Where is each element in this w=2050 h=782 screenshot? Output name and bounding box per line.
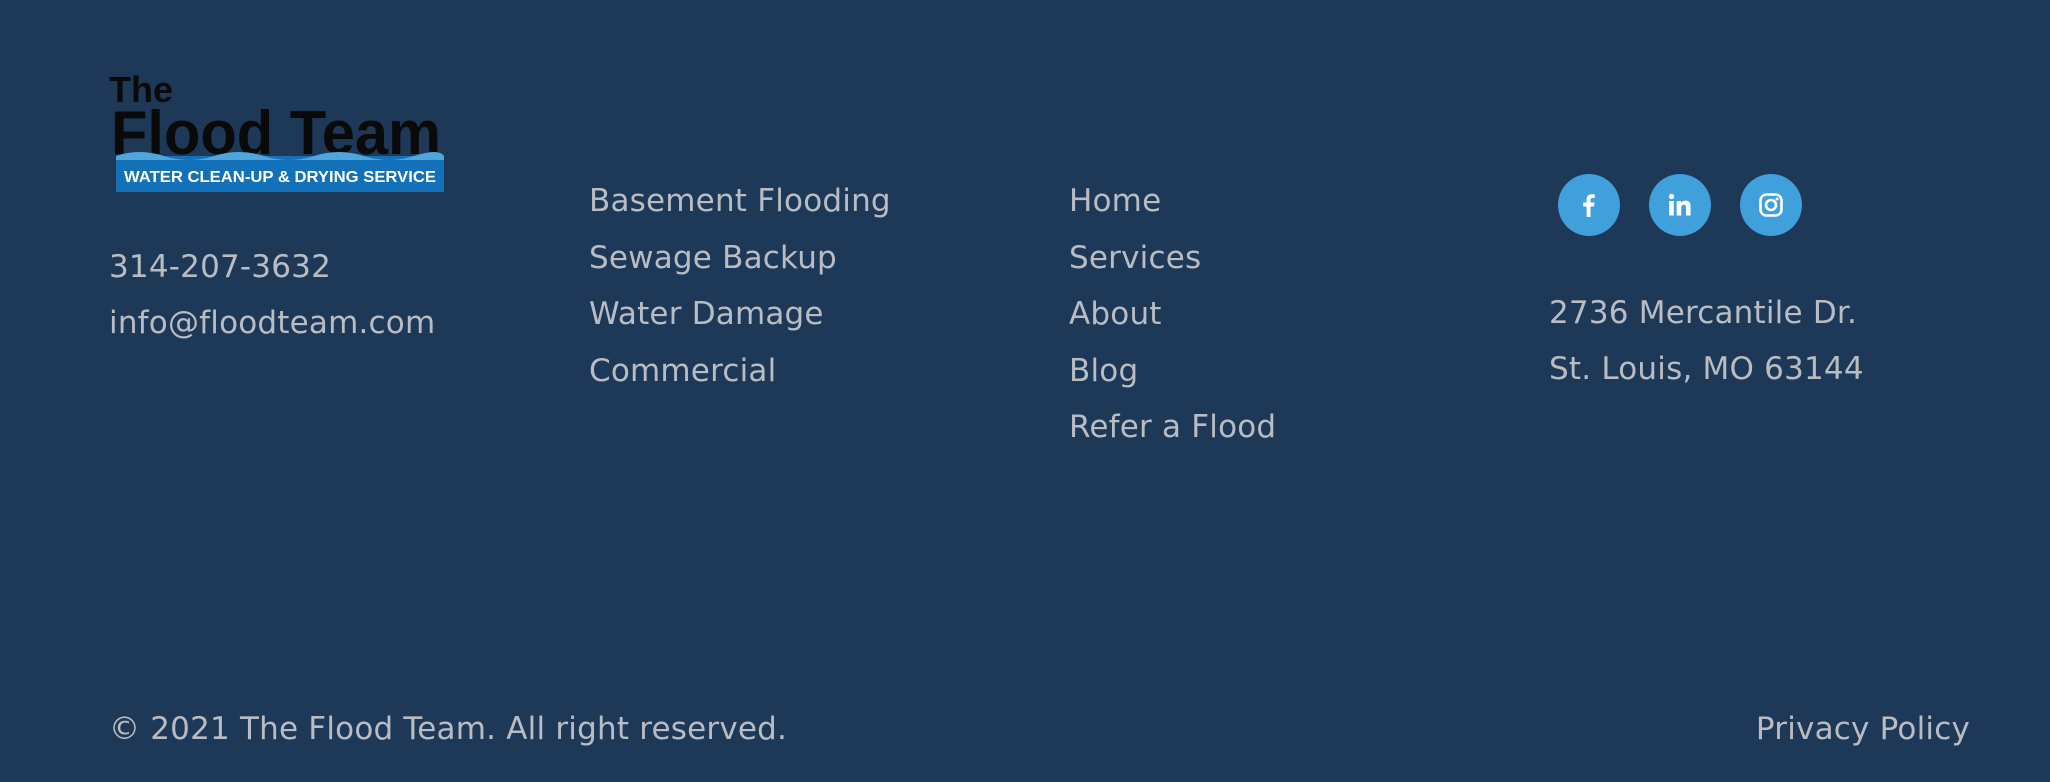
instagram-button[interactable]: [1740, 174, 1802, 236]
linkedin-icon: [1668, 193, 1691, 216]
address-line2: St. Louis, MO 63144: [1549, 351, 1864, 387]
privacy-policy-link[interactable]: Privacy Policy: [1756, 711, 1970, 747]
linkedin-button[interactable]: [1649, 174, 1711, 236]
nav-link-services[interactable]: Services: [1069, 240, 1201, 276]
service-link-sewage-backup[interactable]: Sewage Backup: [589, 240, 837, 276]
footer-nav: Home Services About Blog Refer a Flood: [1069, 183, 1276, 466]
copyright-text: © 2021 The Flood Team. All right reserve…: [109, 711, 788, 747]
facebook-icon: [1583, 194, 1595, 217]
nav-link-blog[interactable]: Blog: [1069, 353, 1138, 389]
nav-link-refer-a-flood[interactable]: Refer a Flood: [1069, 409, 1276, 445]
nav-link-about[interactable]: About: [1069, 296, 1162, 332]
facebook-button[interactable]: [1558, 174, 1620, 236]
brand-logo[interactable]: The Flood Team WATER CLEAN-UP & DRYING S…: [109, 66, 444, 192]
nav-link-home[interactable]: Home: [1069, 183, 1161, 219]
phone-link[interactable]: 314-207-3632: [109, 249, 331, 285]
email-link[interactable]: info@floodteam.com: [109, 305, 435, 341]
service-link-basement-flooding[interactable]: Basement Flooding: [589, 183, 891, 219]
service-link-water-damage[interactable]: Water Damage: [589, 296, 824, 332]
logo-tagline: WATER CLEAN-UP & DRYING SERVICE: [124, 169, 436, 186]
social-links: [1558, 174, 1802, 236]
service-link-commercial[interactable]: Commercial: [589, 353, 776, 389]
instagram-icon: [1759, 193, 1783, 217]
address-line1: 2736 Mercantile Dr.: [1549, 295, 1858, 331]
services-list: Basement Flooding Sewage Backup Water Da…: [589, 183, 891, 409]
